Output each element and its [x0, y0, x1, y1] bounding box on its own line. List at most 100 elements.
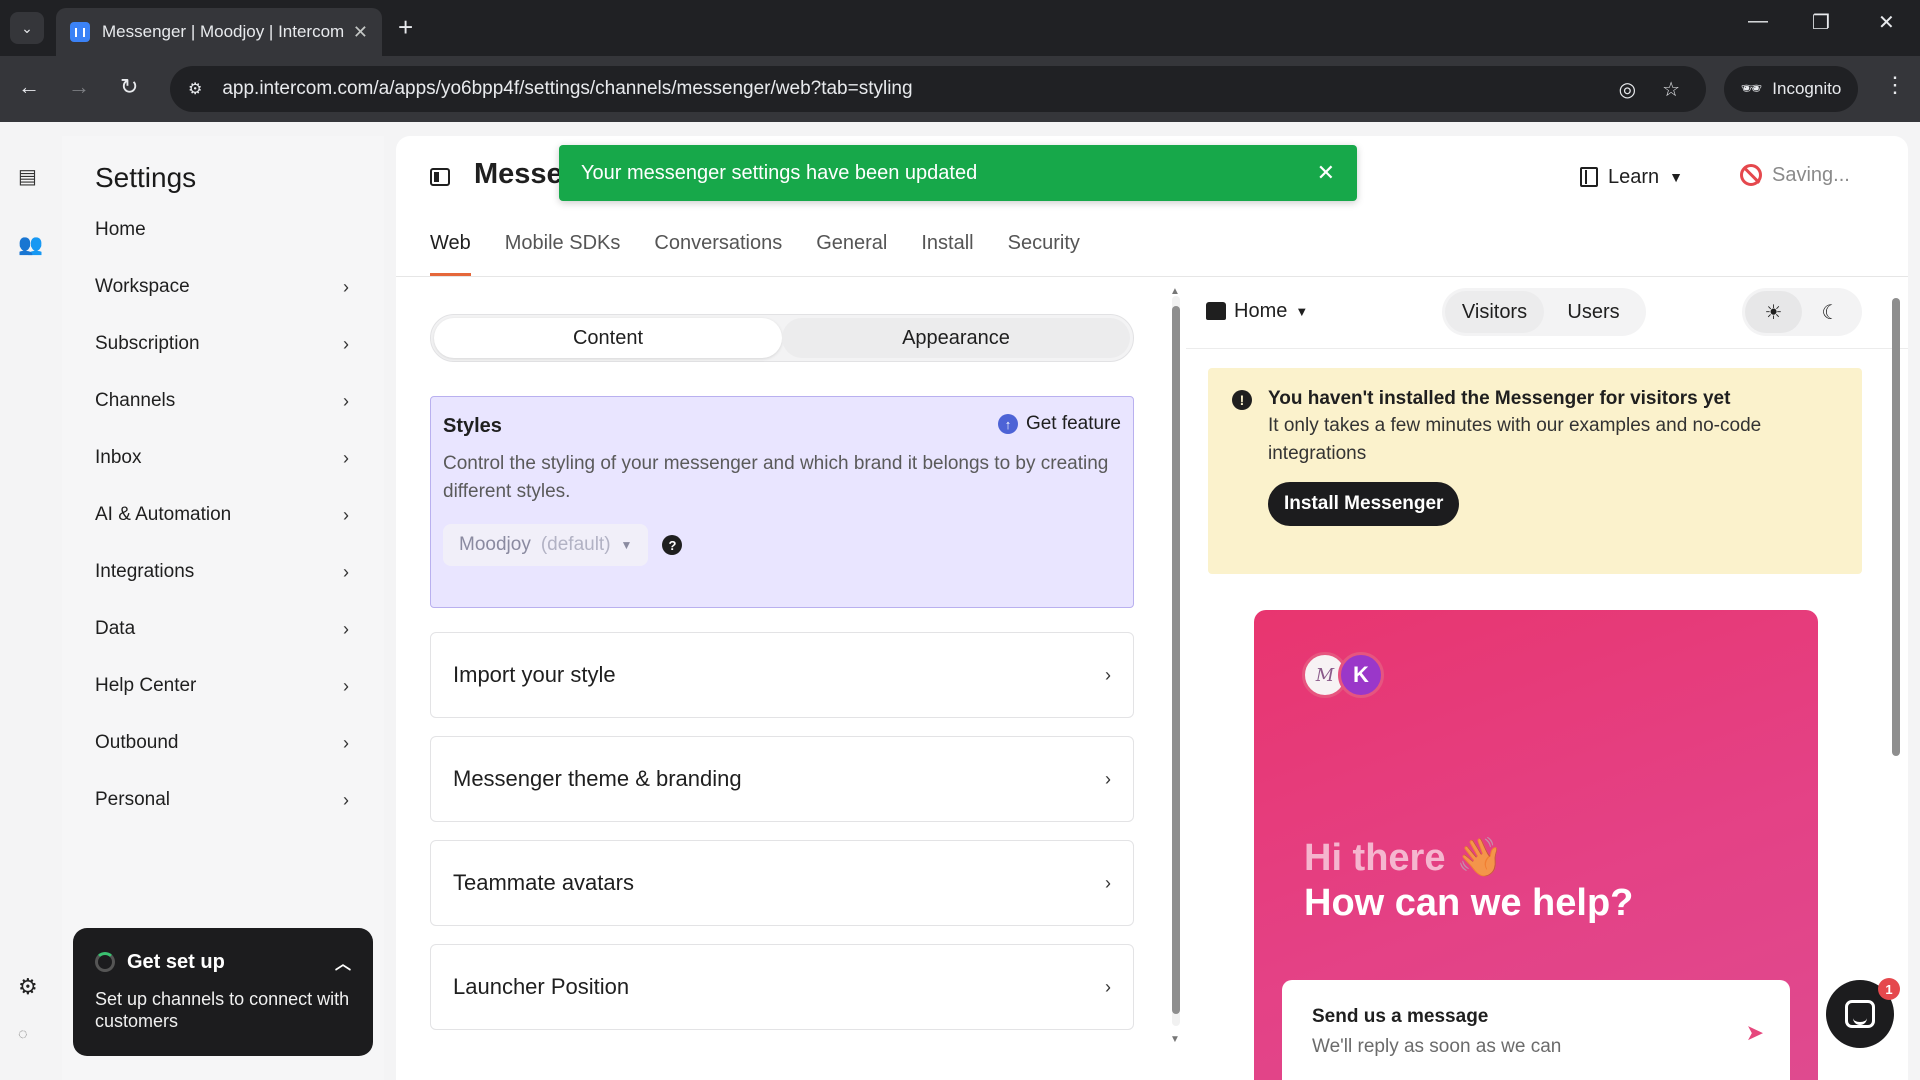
- chevron-right-icon: ›: [343, 618, 349, 639]
- forward-arrow-icon[interactable]: →: [68, 74, 90, 100]
- tab-general[interactable]: General: [816, 226, 887, 276]
- learn-button[interactable]: Learn ▼: [1580, 156, 1683, 198]
- sidebar-item-channels[interactable]: Channels ›: [95, 381, 349, 421]
- site-info-icon[interactable]: ⚙: [188, 79, 202, 99]
- teammate-avatars-accordion[interactable]: Teammate avatars ›: [430, 840, 1134, 926]
- minimize-icon[interactable]: —: [1748, 10, 1768, 33]
- toast-message: Your messenger settings have been update…: [581, 161, 978, 184]
- inbox-icon[interactable]: ▤: [18, 164, 37, 189]
- messenger-preview: Home ▼ Visitors Users ☀ ☾ ! You haven't …: [1186, 276, 1908, 1080]
- config-scrollbar[interactable]: ▲ ▼: [1170, 286, 1180, 1046]
- browser-tab[interactable]: Messenger | Moodjoy | Intercom ✕: [56, 8, 382, 56]
- messenger-launcher[interactable]: 1: [1826, 978, 1900, 1048]
- install-messenger-button[interactable]: Install Messenger: [1268, 482, 1460, 526]
- messenger-home-preview: M K Hi there 👋 How can we help? Send us …: [1254, 610, 1818, 1080]
- send-subtitle: We'll reply as soon as we can: [1312, 1036, 1562, 1057]
- reload-icon[interactable]: ↻: [120, 74, 138, 100]
- sidebar-item-data[interactable]: Data ›: [95, 609, 349, 649]
- incognito-label: Incognito: [1772, 79, 1842, 98]
- tab-web[interactable]: Web: [430, 226, 471, 276]
- greeting-line-1: Hi there 👋: [1304, 837, 1504, 879]
- visitors-segment[interactable]: Visitors: [1445, 291, 1544, 333]
- url-text[interactable]: app.intercom.com/a/apps/yo6bpp4f/setting…: [222, 78, 1618, 100]
- scroll-down-icon[interactable]: ▼: [1170, 1034, 1180, 1045]
- intercom-favicon-icon: [70, 22, 90, 42]
- close-toast-icon[interactable]: ✕: [1317, 160, 1335, 186]
- preview-scrollbar-thumb[interactable]: [1892, 298, 1900, 756]
- chevron-right-icon: ›: [343, 333, 349, 354]
- sidebar-item-outbound[interactable]: Outbound ›: [95, 723, 349, 763]
- not-allowed-icon: [1740, 164, 1762, 186]
- content-segment[interactable]: Content: [434, 318, 782, 358]
- content-appearance-toggle: Content Appearance: [430, 314, 1134, 362]
- notice-description: It only takes a few minutes with our exa…: [1268, 415, 1762, 464]
- get-set-up-card[interactable]: Get set up ︿ Set up channels to connect …: [73, 928, 373, 1056]
- saving-button[interactable]: Saving...: [1740, 150, 1864, 200]
- new-tab-icon[interactable]: +: [398, 12, 413, 42]
- light-mode-icon[interactable]: ☀: [1745, 291, 1802, 333]
- chevron-right-icon: ›: [1105, 976, 1111, 997]
- sidebar-item-personal[interactable]: Personal ›: [95, 780, 349, 820]
- chevron-right-icon: ›: [343, 561, 349, 582]
- close-tab-icon[interactable]: ✕: [353, 22, 368, 43]
- chevron-right-icon: ›: [343, 447, 349, 468]
- caret-down-icon: ▼: [1295, 303, 1309, 319]
- tab-search-chevron-icon[interactable]: ⌄: [10, 12, 44, 44]
- theme-branding-accordion[interactable]: Messenger theme & branding ›: [430, 736, 1134, 822]
- preview-home-select[interactable]: Home ▼: [1206, 290, 1308, 332]
- alert-icon: !: [1232, 390, 1252, 410]
- restore-icon[interactable]: ❐: [1812, 10, 1830, 35]
- setup-title: Get set up: [127, 950, 225, 973]
- sidebar-item-workspace[interactable]: Workspace ›: [95, 267, 349, 307]
- eye-off-icon[interactable]: ◎: [1619, 77, 1636, 102]
- status-icon[interactable]: ◌: [18, 1026, 28, 1044]
- get-feature-button[interactable]: ↑ Get feature: [997, 413, 1121, 435]
- tab-security[interactable]: Security: [1008, 226, 1080, 276]
- chevron-right-icon: ›: [343, 276, 349, 297]
- style-select[interactable]: Moodjoy (default) ▼: [443, 524, 649, 566]
- teammate-avatar: K: [1338, 652, 1384, 698]
- send-title: Send us a message: [1312, 1006, 1489, 1027]
- bookmark-star-icon[interactable]: ☆: [1662, 77, 1680, 102]
- scrollbar-thumb[interactable]: [1172, 306, 1180, 1014]
- tab-conversations[interactable]: Conversations: [654, 226, 782, 276]
- back-arrow-icon[interactable]: ←: [18, 74, 40, 100]
- help-question-icon[interactable]: ?: [662, 535, 683, 555]
- dark-mode-icon[interactable]: ☾: [1802, 291, 1859, 333]
- settings-gear-icon[interactable]: ⚙: [18, 974, 38, 1000]
- left-rail: ▤ 👥 ⚙ ◌: [0, 122, 62, 1080]
- browser-menu-icon[interactable]: ⋮: [1884, 72, 1906, 98]
- chevron-up-icon[interactable]: ︿: [335, 950, 351, 974]
- chevron-right-icon: ›: [1105, 872, 1111, 893]
- book-icon: [1580, 167, 1598, 187]
- launcher-position-accordion[interactable]: Launcher Position ›: [430, 944, 1134, 1030]
- sidebar-item-home[interactable]: Home: [95, 210, 349, 250]
- browser-tab-title: Messenger | Moodjoy | Intercom: [102, 22, 345, 41]
- send-message-card[interactable]: Send us a message We'll reply as soon as…: [1282, 980, 1790, 1080]
- sidebar-item-integrations[interactable]: Integrations ›: [95, 552, 349, 592]
- preview-scrollbar[interactable]: [1892, 286, 1900, 1076]
- import-style-accordion[interactable]: Import your style ›: [430, 632, 1134, 718]
- address-bar[interactable]: ⚙ app.intercom.com/a/apps/yo6bpp4f/setti…: [170, 66, 1706, 112]
- sidebar-toggle-icon[interactable]: [430, 168, 450, 186]
- close-window-icon[interactable]: ✕: [1878, 10, 1895, 35]
- incognito-indicator[interactable]: 🕶 Incognito: [1724, 66, 1858, 112]
- tab-install[interactable]: Install: [921, 226, 973, 276]
- notice-title: You haven't installed the Messenger for …: [1268, 388, 1731, 409]
- sidebar-item-subscription[interactable]: Subscription ›: [95, 324, 349, 364]
- contacts-icon[interactable]: 👥: [18, 232, 43, 257]
- chevron-right-icon: ›: [343, 504, 349, 525]
- tab-mobile-sdks[interactable]: Mobile SDKs: [505, 226, 621, 276]
- users-segment[interactable]: Users: [1544, 291, 1643, 333]
- sidebar-item-ai-automation[interactable]: AI & Automation ›: [95, 495, 349, 535]
- messenger-settings-main: Messe Your messenger settings have been …: [396, 136, 1908, 1080]
- chat-bubble-icon: [1845, 1000, 1875, 1028]
- page-title: Messe: [474, 158, 563, 190]
- caret-down-icon: ▼: [620, 538, 633, 552]
- sidebar-item-help-center[interactable]: Help Center ›: [95, 666, 349, 706]
- sidebar-item-inbox[interactable]: Inbox ›: [95, 438, 349, 478]
- styles-description: Control the styling of your messenger an…: [443, 453, 1109, 502]
- upgrade-arrow-icon: ↑: [997, 414, 1018, 434]
- chevron-right-icon: ›: [343, 789, 349, 810]
- appearance-segment[interactable]: Appearance: [782, 318, 1130, 358]
